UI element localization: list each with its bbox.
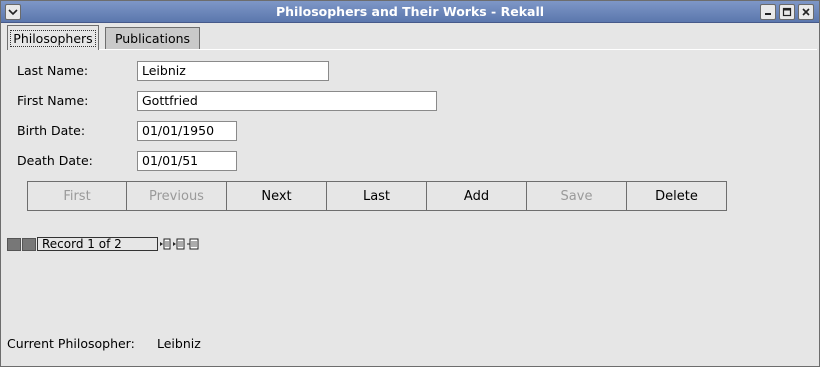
previous-button[interactable]: Previous bbox=[127, 181, 227, 211]
tab-publications-label: Publications bbox=[114, 31, 191, 46]
next-button[interactable]: Next bbox=[227, 181, 327, 211]
current-philosopher-label: Current Philosopher: bbox=[7, 336, 135, 351]
maximize-icon[interactable] bbox=[779, 4, 795, 20]
previous-record-icon[interactable] bbox=[22, 237, 36, 251]
first-record-icon[interactable] bbox=[7, 237, 21, 251]
last-button[interactable]: Last bbox=[327, 181, 427, 211]
new-record-icon[interactable] bbox=[186, 238, 200, 251]
first-name-field[interactable]: Gottfried bbox=[137, 91, 437, 111]
tab-publications[interactable]: Publications bbox=[105, 27, 200, 50]
death-date-field[interactable]: 01/01/51 bbox=[137, 151, 237, 171]
close-icon[interactable] bbox=[798, 4, 814, 20]
navigation-buttons: First Previous Next Last Add Save Delete bbox=[27, 181, 727, 211]
tab-panel-border bbox=[7, 49, 817, 50]
birth-date-label: Birth Date: bbox=[17, 123, 86, 138]
save-button[interactable]: Save bbox=[527, 181, 627, 211]
add-button[interactable]: Add bbox=[427, 181, 527, 211]
record-navigator: Record 1 of 2 bbox=[7, 237, 200, 251]
record-indicator: Record 1 of 2 bbox=[37, 237, 158, 251]
window-title: Philosophers and Their Works - Rekall bbox=[275, 4, 545, 19]
title-bar[interactable]: Philosophers and Their Works - Rekall bbox=[1, 1, 819, 23]
tab-philosophers[interactable]: Philosophers bbox=[7, 25, 99, 50]
birth-date-field[interactable]: 01/01/1950 bbox=[137, 121, 237, 141]
last-record-icon[interactable] bbox=[172, 238, 186, 251]
delete-button[interactable]: Delete bbox=[627, 181, 727, 211]
app-window: Philosophers and Their Works - Rekall Ph… bbox=[0, 0, 820, 367]
death-date-label: Death Date: bbox=[17, 153, 93, 168]
next-record-icon[interactable] bbox=[158, 238, 172, 251]
current-philosopher-value: Leibniz bbox=[157, 336, 201, 351]
last-name-field[interactable]: Leibniz bbox=[137, 61, 329, 81]
minimize-icon[interactable] bbox=[760, 4, 776, 20]
tab-philosophers-label: Philosophers bbox=[10, 29, 96, 47]
first-button[interactable]: First bbox=[27, 181, 127, 211]
last-name-label: Last Name: bbox=[17, 63, 89, 78]
first-name-label: First Name: bbox=[17, 93, 89, 108]
